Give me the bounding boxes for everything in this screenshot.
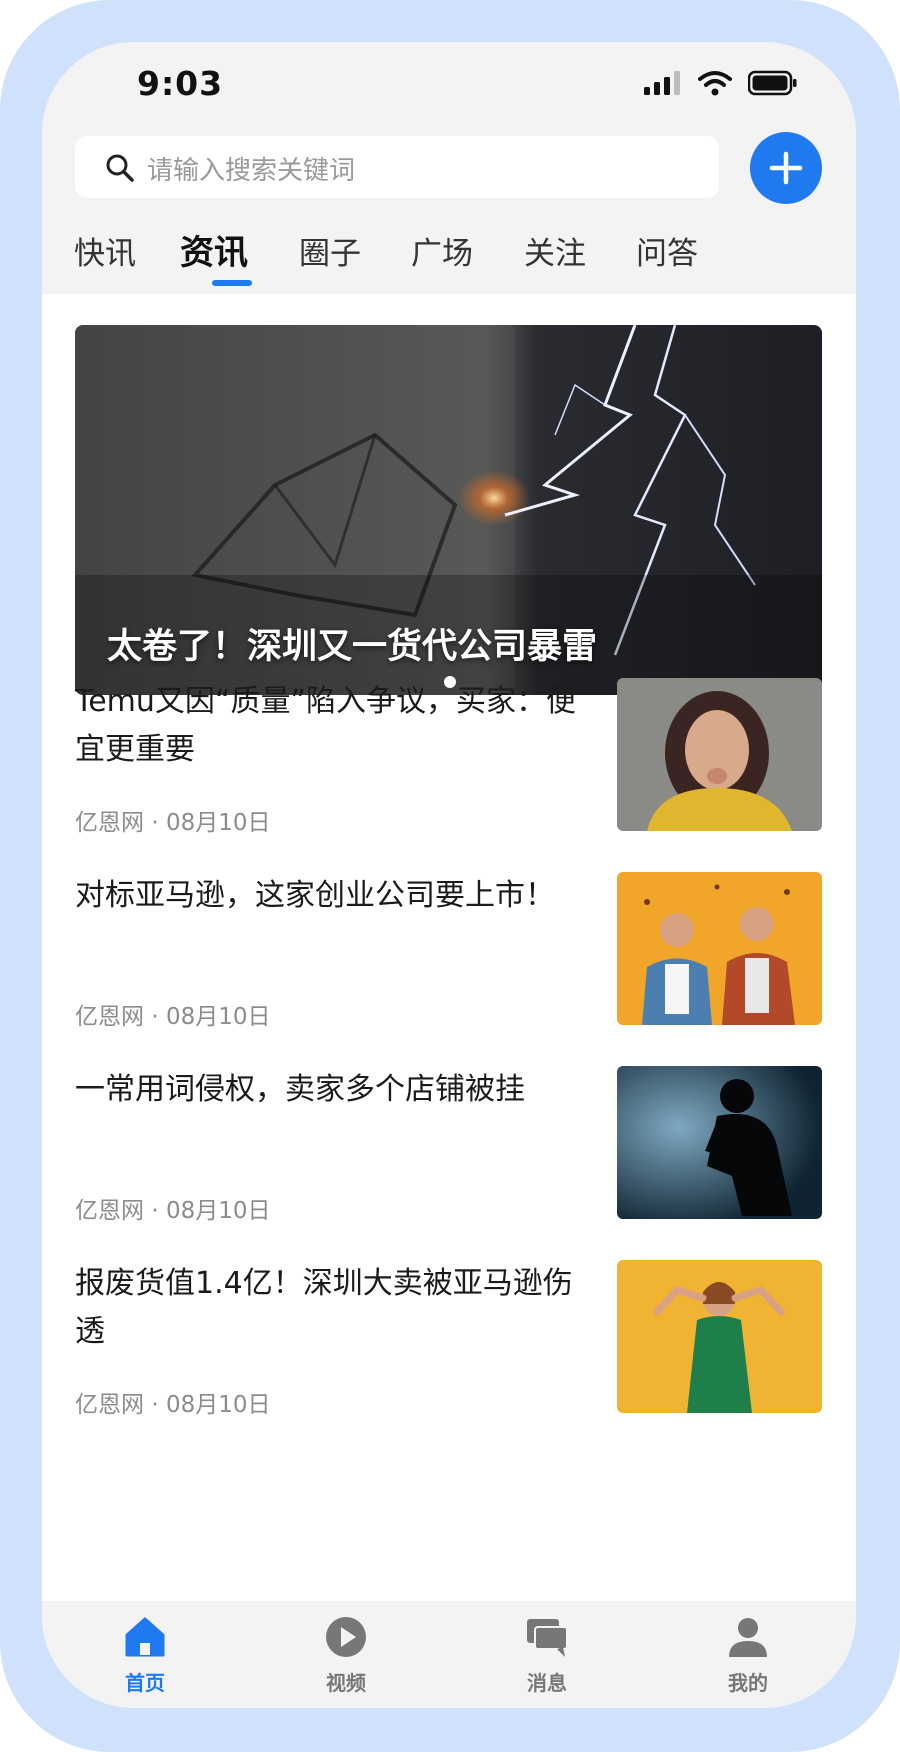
meta-separator: ·: [151, 1392, 159, 1418]
news-meta: 亿恩网 · 08月10日: [75, 997, 270, 1031]
tab-guanzhu[interactable]: 关注: [524, 228, 586, 273]
banner-carousel[interactable]: 太卷了！深圳又一货代公司暴雷: [75, 325, 822, 695]
home-icon: [125, 1617, 165, 1657]
news-title: 一常用词侵权，卖家多个店铺被挂: [75, 1072, 525, 1107]
news-source: 亿恩网: [75, 1004, 144, 1030]
news-thumbnail: [617, 872, 822, 1025]
tab-guangchang[interactable]: 广场: [411, 228, 473, 273]
news-thumbnail: [617, 1260, 822, 1413]
active-tab-indicator: [212, 280, 252, 286]
search-icon: [105, 153, 135, 183]
chat-icon: [527, 1619, 568, 1657]
phone-screen: 9:03 请输入搜索关键词 快讯 资讯 圈子 广场 关注 问答 太卷了！深圳又一…: [42, 42, 856, 1708]
status-time: 9:03: [137, 64, 224, 103]
add-button[interactable]: [750, 132, 822, 204]
nav-label: 视频: [326, 1671, 366, 1695]
meta-separator: ·: [151, 810, 159, 836]
tab-kuaixun[interactable]: 快讯: [74, 228, 136, 273]
news-meta: 亿恩网 · 08月10日: [75, 803, 270, 837]
news-thumbnail: [617, 678, 822, 831]
search-input[interactable]: 请输入搜索关键词: [75, 136, 719, 198]
battery-icon: [747, 70, 798, 100]
news-item[interactable]: 一常用词侵权，卖家多个店铺被挂 亿恩网 · 08月10日: [75, 1066, 822, 1226]
tab-zixun[interactable]: 资讯: [180, 225, 248, 274]
tab-quanzi[interactable]: 圈子: [299, 228, 361, 273]
nav-label: 我的: [728, 1671, 768, 1695]
search-placeholder: 请输入搜索关键词: [147, 156, 356, 186]
category-tabs: 快讯 资讯 圈子 广场 关注 问答: [42, 228, 856, 288]
news-title: 报废货值1.4亿！深圳大卖被亚马逊伤透: [75, 1266, 573, 1349]
news-date: 08月10日: [165, 1392, 271, 1418]
signal-icon: [644, 71, 682, 99]
user-icon: [729, 1618, 767, 1657]
news-item[interactable]: Temu又因“质量”陷入争议，买家：便宜更重要 亿恩网 · 08月10日: [75, 678, 822, 838]
news-source: 亿恩网: [75, 1198, 144, 1224]
news-date: 08月10日: [165, 810, 271, 836]
nav-profile[interactable]: 我的: [698, 1601, 798, 1708]
play-icon: [326, 1617, 366, 1657]
nav-video[interactable]: 视频: [296, 1601, 396, 1708]
meta-separator: ·: [151, 1198, 159, 1224]
device-frame: 9:03 请输入搜索关键词 快讯 资讯 圈子 广场 关注 问答 太卷了！深圳又一…: [0, 0, 900, 1752]
news-source: 亿恩网: [75, 1392, 144, 1418]
bottom-navigation: 首页 视频 消息 我的: [42, 1601, 856, 1708]
meta-separator: ·: [151, 1004, 159, 1030]
news-title: 对标亚马逊，这家创业公司要上市！: [75, 878, 555, 913]
news-source: 亿恩网: [75, 810, 144, 836]
nav-label: 首页: [125, 1671, 165, 1695]
nav-messages[interactable]: 消息: [497, 1601, 597, 1708]
banner-title: 太卷了！深圳又一货代公司暴雷: [107, 627, 598, 667]
nav-label: 消息: [527, 1671, 567, 1695]
news-meta: 亿恩网 · 08月10日: [75, 1385, 270, 1419]
news-date: 08月10日: [165, 1004, 271, 1030]
news-item[interactable]: 报废货值1.4亿！深圳大卖被亚马逊伤透 亿恩网 · 08月10日: [75, 1260, 822, 1420]
news-title: Temu又因“质量”陷入争议，买家：便宜更重要: [75, 684, 577, 767]
news-meta: 亿恩网 · 08月10日: [75, 1191, 270, 1225]
nav-home[interactable]: 首页: [95, 1601, 195, 1708]
status-icons: [644, 70, 798, 100]
wifi-icon: [698, 70, 732, 100]
tab-wenda[interactable]: 问答: [636, 228, 698, 273]
news-thumbnail: [617, 1066, 822, 1219]
news-item[interactable]: 对标亚马逊，这家创业公司要上市！ 亿恩网 · 08月10日: [75, 872, 822, 1032]
header: 9:03 请输入搜索关键词 快讯 资讯 圈子 广场 关注 问答: [42, 42, 856, 294]
news-date: 08月10日: [165, 1198, 271, 1224]
